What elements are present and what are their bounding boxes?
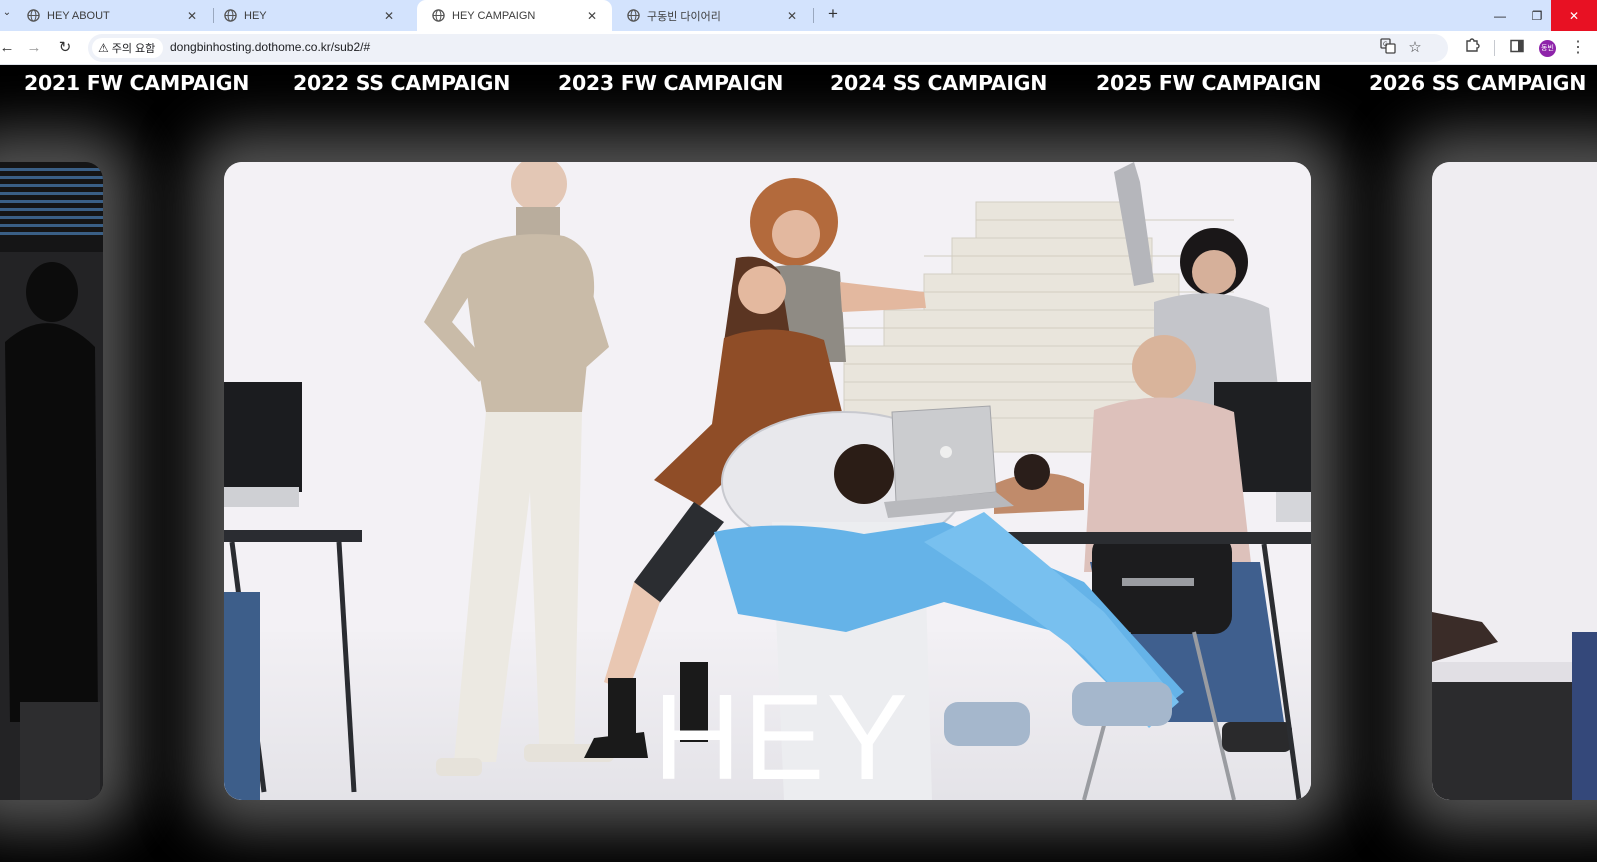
campaign-link-2025-fw[interactable]: 2025 FW CAMPAIGN bbox=[1096, 71, 1321, 95]
menu-kebab-icon[interactable]: ⋮ bbox=[1567, 37, 1589, 59]
back-button[interactable]: ← bbox=[0, 37, 18, 59]
tab-diary[interactable]: 구동빈 다이어리 ✕ bbox=[612, 0, 812, 31]
translate-icon[interactable]: G bbox=[1378, 38, 1398, 58]
tab-close-icon[interactable]: ✕ bbox=[584, 9, 600, 23]
forward-button[interactable]: → bbox=[23, 37, 45, 59]
tab-strip: ⌄ HEY ABOUT ✕ HEY ✕ HEY CAMPAIGN ✕ 구동빈 다… bbox=[0, 0, 1597, 31]
globe-icon bbox=[432, 9, 445, 22]
campaign-link-2021-fw[interactable]: 2021 FW CAMPAIGN bbox=[24, 71, 249, 95]
tab-close-icon[interactable]: ✕ bbox=[784, 9, 800, 23]
globe-icon bbox=[224, 9, 237, 22]
tab-divider bbox=[813, 8, 814, 23]
address-bar[interactable]: ⚠ 주의 요함 dongbinhosting.dothome.co.kr/sub… bbox=[88, 34, 1448, 62]
campaign-link-2024-ss[interactable]: 2024 SS CAMPAIGN bbox=[830, 71, 1047, 95]
reload-button[interactable]: ↻ bbox=[54, 37, 76, 59]
tab-hey-about[interactable]: HEY ABOUT ✕ bbox=[12, 0, 212, 31]
bookmark-star-icon[interactable]: ☆ bbox=[1405, 38, 1425, 58]
tab-title: HEY CAMPAIGN bbox=[452, 9, 536, 22]
side-panel-icon[interactable] bbox=[1506, 37, 1528, 59]
tab-hey-campaign[interactable]: HEY CAMPAIGN ✕ bbox=[417, 0, 612, 31]
new-tab-button[interactable]: + bbox=[822, 3, 844, 25]
campaign-link-2026-ss[interactable]: 2026 SS CAMPAIGN bbox=[1369, 71, 1586, 95]
slide-photo bbox=[0, 162, 103, 800]
slide-photo bbox=[1432, 162, 1597, 800]
close-window-button[interactable]: ✕ bbox=[1551, 0, 1597, 31]
tab-close-icon[interactable]: ✕ bbox=[381, 9, 397, 23]
hero-title: HEY bbox=[653, 669, 910, 805]
toolbar-divider bbox=[1494, 40, 1495, 56]
globe-icon bbox=[627, 9, 640, 22]
extensions-icon[interactable] bbox=[1461, 37, 1483, 59]
tab-close-icon[interactable]: ✕ bbox=[184, 9, 200, 23]
tab-title: 구동빈 다이어리 bbox=[647, 10, 721, 23]
svg-text:G: G bbox=[1383, 41, 1388, 48]
security-label: 주의 요함 bbox=[111, 43, 156, 55]
campaign-nav: 2021 FW CAMPAIGN 2022 SS CAMPAIGN 2023 F… bbox=[0, 66, 1597, 106]
url-text[interactable]: dongbinhosting.dothome.co.kr/sub2/# bbox=[170, 40, 370, 54]
warning-icon: ⚠ bbox=[98, 41, 109, 55]
campaign-link-2022-ss[interactable]: 2022 SS CAMPAIGN bbox=[293, 71, 510, 95]
tab-title: HEY bbox=[244, 9, 267, 22]
campaign-slide-next[interactable] bbox=[1432, 162, 1597, 800]
globe-icon bbox=[27, 9, 40, 22]
browser-toolbar: ← → ↻ ⚠ 주의 요함 dongbinhosting.dothome.co.… bbox=[0, 31, 1597, 65]
campaign-page: BR 2021 FW CAMPAIGN 2022 SS CAMPAIGN 202… bbox=[0, 66, 1597, 862]
campaign-link-2023-fw[interactable]: 2023 FW CAMPAIGN bbox=[558, 71, 783, 95]
tab-hey[interactable]: HEY ✕ bbox=[209, 0, 409, 31]
tab-title: HEY ABOUT bbox=[47, 9, 110, 22]
profile-avatar[interactable]: 동빈 bbox=[1539, 40, 1556, 57]
site-info-chip[interactable]: ⚠ 주의 요함 bbox=[92, 38, 164, 58]
campaign-slide-previous[interactable] bbox=[0, 162, 103, 800]
